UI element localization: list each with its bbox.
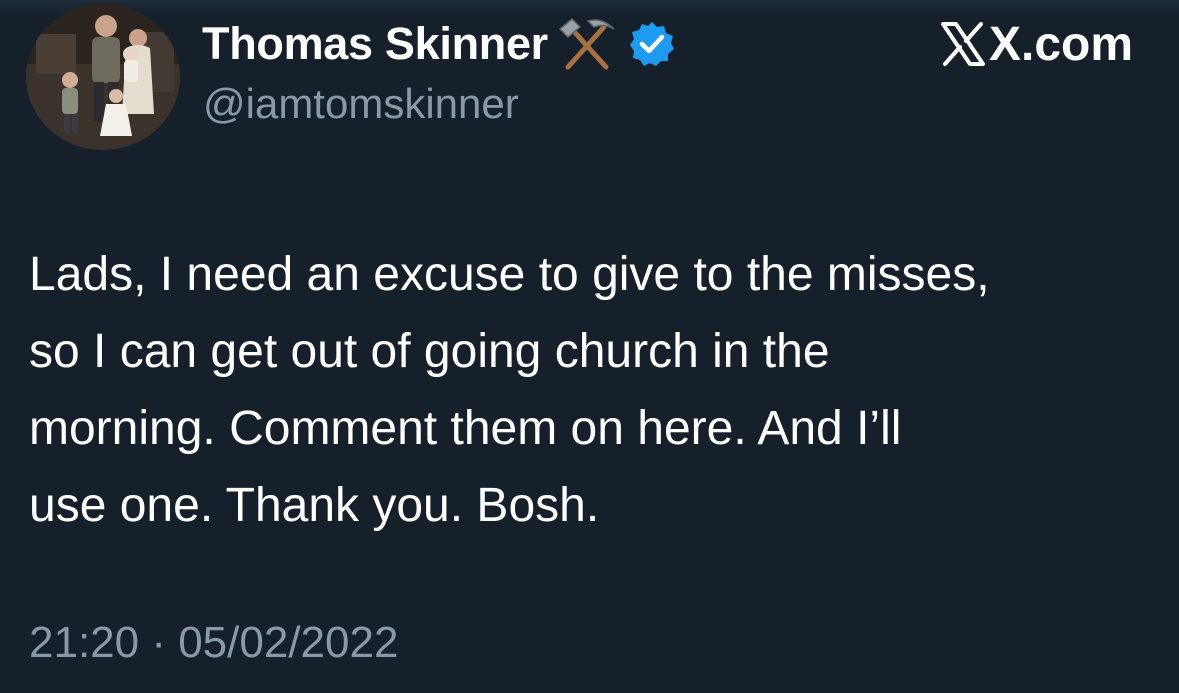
verified-badge-icon	[628, 20, 676, 68]
tweet-timestamp[interactable]: 21:20 · 05/02/2022	[29, 618, 398, 668]
tweet-line: use one. Thank you. Bosh.	[29, 479, 600, 532]
avatar-photo	[26, 4, 180, 150]
tweet-line: Lads, I need an excuse to give to the mi…	[29, 248, 990, 301]
x-logo-icon	[940, 21, 986, 67]
author-name-row: Thomas Skinner	[202, 14, 676, 74]
brand-label: X.com	[989, 17, 1134, 71]
author-display-name[interactable]: Thomas Skinner	[202, 18, 548, 70]
brand-watermark: X.com	[940, 14, 1133, 74]
tweet-text: Lads, I need an excuse to give to the mi…	[29, 236, 1159, 544]
tweet-line: so I can get out of going church in the	[29, 325, 830, 378]
author-handle[interactable]: @iamtomskinner	[203, 80, 519, 128]
tweet-line: morning. Comment them on here. And I’ll	[29, 402, 902, 455]
hammer-and-pick-icon	[556, 15, 618, 73]
avatar[interactable]	[26, 4, 180, 150]
